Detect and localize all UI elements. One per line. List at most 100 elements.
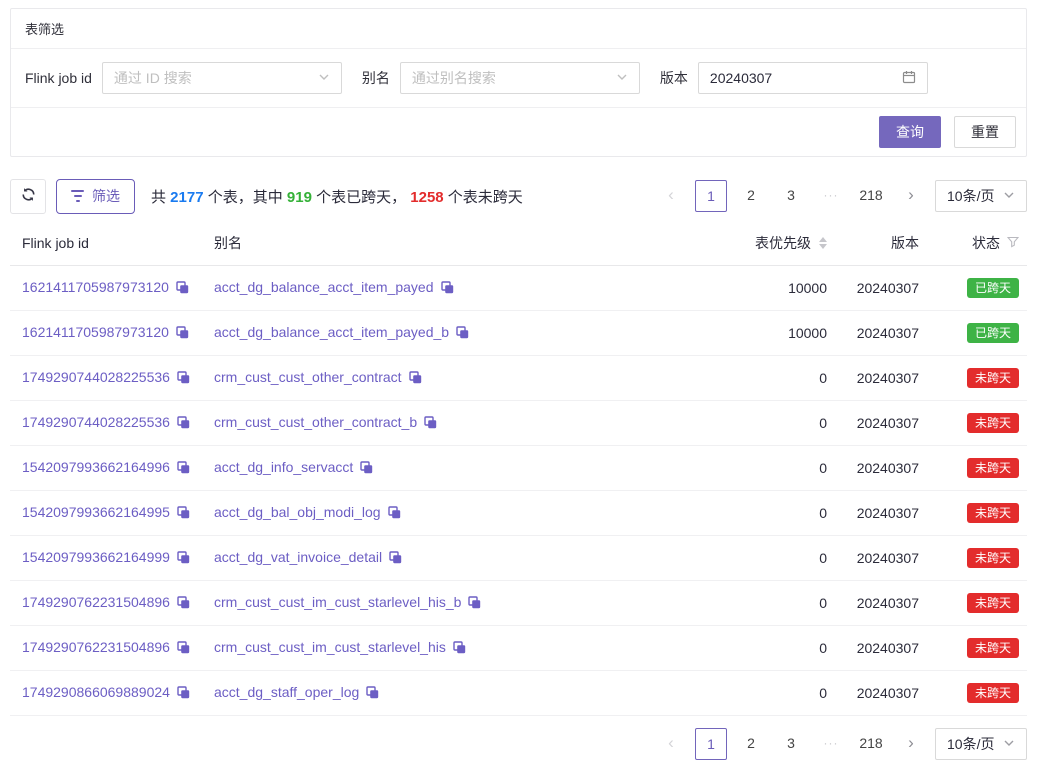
copy-icon[interactable]	[389, 551, 402, 567]
page-item[interactable]: 1	[695, 180, 727, 212]
copy-icon[interactable]	[176, 281, 189, 297]
table-header-row: Flink job id 别名 表优先级 版本 状态	[10, 221, 1027, 266]
flink-job-id-link[interactable]: 1542097993662164999	[22, 549, 170, 565]
alias-link[interactable]: acct_dg_balance_acct_item_payed	[214, 279, 434, 295]
page-size-select[interactable]: 10条/页	[935, 180, 1027, 212]
table-toolbar: 筛选 共 2177 个表，其中 919 个表已跨天， 1258 个表未跨天 ‹1…	[10, 177, 1027, 215]
refresh-button[interactable]	[10, 179, 46, 214]
status-badge: 未跨天	[967, 683, 1019, 703]
col-header-alias: 别名	[206, 221, 705, 266]
page-size-select[interactable]: 10条/页	[935, 728, 1027, 760]
flink-job-id-link[interactable]: 1749290744028225536	[22, 369, 170, 385]
page-item[interactable]: 2	[735, 180, 767, 212]
copy-icon[interactable]	[176, 326, 189, 342]
alias-link[interactable]: acct_dg_vat_invoice_detail	[214, 549, 382, 565]
calendar-icon	[902, 70, 916, 87]
page-item[interactable]: ···	[815, 180, 847, 212]
table-row: 1749290866069889024 acct_dg_staff_oper_l…	[10, 671, 1027, 716]
priority-cell: 0	[705, 356, 835, 401]
page-item[interactable]: ‹	[655, 728, 687, 760]
sort-carets-icon[interactable]	[819, 237, 827, 249]
filter-button-label: 筛选	[92, 186, 120, 206]
version-cell: 20240307	[835, 581, 927, 626]
copy-icon[interactable]	[360, 461, 373, 477]
flink-job-id-link[interactable]: 1542097993662164995	[22, 504, 170, 520]
chevron-down-icon	[1003, 736, 1015, 752]
col-header-priority-label: 表优先级	[755, 233, 811, 253]
flink-job-id-label: Flink job id	[25, 70, 92, 86]
summary-segment: 共	[151, 189, 170, 206]
copy-icon[interactable]	[177, 461, 190, 477]
copy-icon[interactable]	[424, 416, 437, 432]
alias-link[interactable]: acct_dg_bal_obj_modi_log	[214, 504, 381, 520]
version-date-input[interactable]: 20240307	[698, 62, 928, 94]
reset-button[interactable]: 重置	[954, 116, 1016, 148]
priority-cell: 10000	[705, 266, 835, 311]
status-badge: 未跨天	[967, 503, 1019, 523]
alias-link[interactable]: crm_cust_cust_im_cust_starlevel_his	[214, 639, 446, 655]
copy-icon[interactable]	[366, 686, 379, 702]
page-item[interactable]: ‹	[655, 180, 687, 212]
flink-job-id-link[interactable]: 1621411705987973120	[22, 324, 169, 340]
copy-icon[interactable]	[177, 686, 190, 702]
copy-icon[interactable]	[177, 371, 190, 387]
alias-link[interactable]: crm_cust_cust_other_contract	[214, 369, 402, 385]
copy-icon[interactable]	[456, 326, 469, 342]
col-header-priority[interactable]: 表优先级	[705, 221, 835, 266]
column-filter-icon[interactable]	[1007, 235, 1019, 251]
flink-job-id-link[interactable]: 1749290866069889024	[22, 684, 170, 700]
page-item[interactable]: 3	[775, 180, 807, 212]
copy-icon[interactable]	[177, 506, 190, 522]
page-item[interactable]: 218	[855, 728, 887, 760]
status-badge: 未跨天	[967, 368, 1019, 388]
copy-icon[interactable]	[388, 506, 401, 522]
alias-select[interactable]: 通过别名搜索	[400, 62, 640, 94]
bottom-pagination-bar: ‹123···218› 10条/页	[10, 728, 1027, 760]
flink-job-id-link[interactable]: 1749290762231504896	[22, 639, 170, 655]
filter-button[interactable]: 筛选	[56, 179, 135, 214]
status-badge: 已跨天	[967, 278, 1019, 298]
alias-link[interactable]: acct_dg_staff_oper_log	[214, 684, 359, 700]
alias-link[interactable]: acct_dg_info_servacct	[214, 459, 353, 475]
status-badge: 未跨天	[967, 458, 1019, 478]
summary-segment: 2177	[170, 189, 203, 206]
page-item[interactable]: ···	[815, 728, 847, 760]
priority-cell: 0	[705, 671, 835, 716]
copy-icon[interactable]	[177, 551, 190, 567]
copy-icon[interactable]	[468, 596, 481, 612]
flink-job-id-link[interactable]: 1621411705987973120	[22, 279, 169, 295]
page-item[interactable]: ›	[895, 180, 927, 212]
alias-link[interactable]: crm_cust_cust_other_contract_b	[214, 414, 417, 430]
copy-icon[interactable]	[177, 596, 190, 612]
copy-icon[interactable]	[453, 641, 466, 657]
table-row: 1749290744028225536 crm_cust_cust_other_…	[10, 401, 1027, 446]
copy-icon[interactable]	[177, 641, 190, 657]
flink-job-id-link[interactable]: 1749290762231504896	[22, 594, 170, 610]
page-item[interactable]: 2	[735, 728, 767, 760]
table-row: 1749290744028225536 crm_cust_cust_other_…	[10, 356, 1027, 401]
priority-cell: 10000	[705, 311, 835, 356]
table-row: 1621411705987973120 acct_dg_balance_acct…	[10, 266, 1027, 311]
page-item[interactable]: 218	[855, 180, 887, 212]
copy-icon[interactable]	[177, 416, 190, 432]
filter-card-title: 表筛选	[11, 9, 1026, 49]
version-cell: 20240307	[835, 311, 927, 356]
version-cell: 20240307	[835, 401, 927, 446]
flink-job-id-select[interactable]: 通过 ID 搜索	[102, 62, 342, 94]
version-cell: 20240307	[835, 671, 927, 716]
alias-link[interactable]: acct_dg_balance_acct_item_payed_b	[214, 324, 449, 340]
page-item[interactable]: 1	[695, 728, 727, 760]
page-item[interactable]: ›	[895, 728, 927, 760]
col-header-status: 状态	[927, 221, 1027, 266]
alias-label: 别名	[362, 68, 390, 88]
page-item[interactable]: 3	[775, 728, 807, 760]
copy-icon[interactable]	[409, 371, 422, 387]
flink-job-id-link[interactable]: 1749290744028225536	[22, 414, 170, 430]
version-field: 版本 20240307	[660, 62, 928, 94]
alias-link[interactable]: crm_cust_cust_im_cust_starlevel_his_b	[214, 594, 461, 610]
flink-job-id-link[interactable]: 1542097993662164996	[22, 459, 170, 475]
table-row: 1749290762231504896 crm_cust_cust_im_cus…	[10, 626, 1027, 671]
query-button[interactable]: 查询	[879, 116, 941, 148]
chevron-down-icon	[318, 70, 330, 86]
copy-icon[interactable]	[441, 281, 454, 297]
